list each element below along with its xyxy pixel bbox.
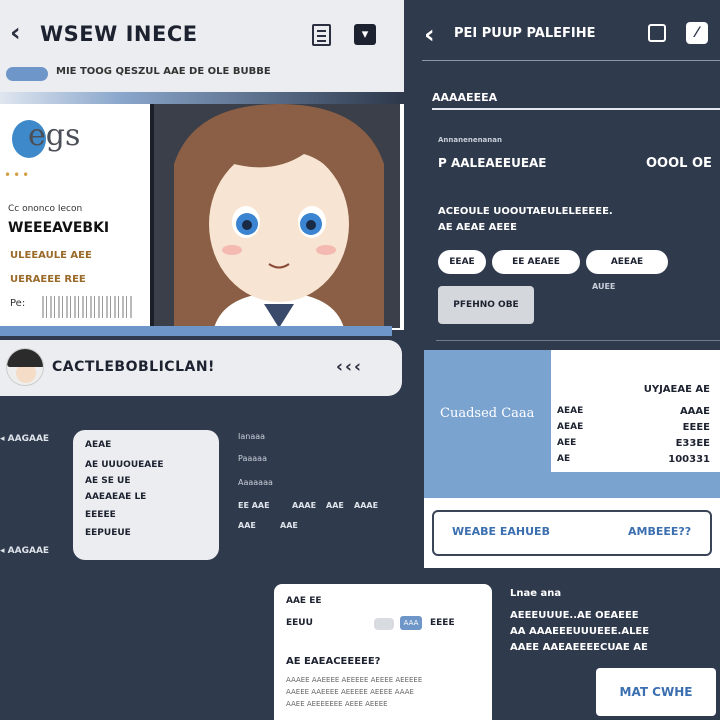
header-subtitle: MIE TOOG QESZUL AAE DE OLE BUBBE <box>56 66 271 77</box>
body-line: AAEE AEEEEEEE AEEE AEEEE <box>286 700 388 708</box>
info-row: AEAE <box>85 440 112 450</box>
toggle-switch[interactable] <box>374 618 394 630</box>
text-field[interactable]: AAAAEEEA <box>432 86 720 110</box>
table-value: AAAE <box>679 406 710 417</box>
row-label: P AALEAEEUEAE <box>438 156 547 170</box>
description-line-2: AE AEAE AEEE <box>438 222 517 233</box>
side-label-3: Aaaaaaa <box>238 478 273 487</box>
edit-icon[interactable]: ⁄ <box>686 22 708 44</box>
section-line: AEEEUUUE..AE OEAEEE <box>510 610 639 621</box>
body-line: AAEEE AAEEEE AEEEEE AEEEE AAAE <box>286 688 414 696</box>
field-value: AAAAEEEA <box>432 91 498 104</box>
chat-row[interactable]: CACTLEBOBLICLAN! ‹‹‹ <box>0 340 402 396</box>
side-label-2: Paaaaa <box>238 454 267 463</box>
small-label: Annanenenanan <box>438 136 502 144</box>
summary-table: UYJAEAE AE AEAE AAAE AEAE EEEE AEE E33EE… <box>551 350 720 472</box>
cta-right-label: AMBEEE?? <box>628 525 692 538</box>
decor-dots: ••• <box>4 168 32 182</box>
info-row: EEEEE <box>85 510 116 520</box>
section-line: AA AAAEEEUUUEEE.ALEE <box>510 626 650 637</box>
divider <box>422 60 720 61</box>
tag-chip[interactable]: AEEAE <box>586 250 668 274</box>
stat-2: AAAE <box>292 501 317 510</box>
list-marker-1: ◂ AAGAAE <box>0 434 50 444</box>
card-line-5: Pe: <box>10 298 26 309</box>
portrait-image <box>150 104 400 328</box>
cta-left-label: WEABE EAHUEB <box>452 525 550 538</box>
page-title: WSEW INECE <box>40 22 198 46</box>
table-value: EEEE <box>682 422 710 433</box>
table-key: AEAE <box>557 406 584 416</box>
info-row: AAEAEAE LE <box>85 492 147 502</box>
section-heading: Lnae ana <box>510 588 562 599</box>
inbox-icon[interactable]: ▾ <box>354 24 376 45</box>
section-line: AAEE AAEAEEEECUAE AE <box>510 642 648 653</box>
table-key: AEE <box>557 438 577 448</box>
info-row: AE SE UE <box>85 476 131 486</box>
question-text: AE EAEACEEEEE? <box>286 656 381 667</box>
status-pill <box>6 67 48 81</box>
stat-1: EE AAE <box>238 501 270 510</box>
divider <box>436 340 720 341</box>
action-button[interactable]: MAT CWHE <box>596 668 716 716</box>
card-bottom-stripe <box>0 326 392 336</box>
settings-row: EEUU <box>286 618 313 628</box>
row-value: OOOL OE <box>646 156 712 171</box>
info-row: EEPUEUE <box>85 528 131 538</box>
chevron-left-icon[interactable]: ‹‹‹ <box>336 357 363 377</box>
card-line-2: WEEEAVEBKI <box>8 220 110 236</box>
side-label-1: Ianaaa <box>238 432 266 441</box>
info-card[interactable]: AEAE AE UUUOUEAEE AE SE UE AAEAEAE LE EE… <box>73 430 219 560</box>
info-row: AE UUUOUEAEE <box>85 460 164 470</box>
cta-container: WEABE EAHUEB AMBEEE?? <box>424 498 720 568</box>
tag-chip[interactable]: EEAE <box>438 250 486 274</box>
back-icon[interactable]: ‹ <box>424 20 435 50</box>
tag-chip[interactable]: EE AEAEE <box>492 250 580 274</box>
right-title: PEI PUUP PALEFIHE <box>454 26 596 41</box>
stat-4: AAAE <box>354 501 379 510</box>
settings-title: AAE EE <box>286 596 322 606</box>
progress-bar <box>0 92 398 104</box>
document-icon[interactable] <box>312 24 331 46</box>
portrait-illustration <box>154 104 400 328</box>
barcode <box>42 296 132 318</box>
avatar[interactable] <box>6 348 44 386</box>
chip-label: EEEE <box>430 618 455 628</box>
tag-note: AUEE <box>592 282 616 291</box>
list-marker-2: ◂ AAGAAE <box>0 546 50 556</box>
table-value: E33EE <box>675 438 710 449</box>
table-value: 100331 <box>668 454 710 465</box>
table-header: UYJAEAE AE <box>643 384 710 395</box>
table-key: AE <box>557 454 571 464</box>
card-line-4: UERAEEE REE <box>10 274 86 285</box>
body-line: AAAEE AAEEEE AEEEEE AEEEE AEEEEE <box>286 676 423 684</box>
primary-button[interactable]: PFEHNO OBE <box>438 286 534 324</box>
square-icon[interactable] <box>648 24 666 42</box>
panel-label: Cuadsed Caaa <box>440 406 535 421</box>
table-key: AEAE <box>557 422 584 432</box>
card-line-1: Cc ononco Iecon <box>8 204 83 214</box>
logo-text: egs <box>28 118 81 153</box>
description-line-1: ACEOULE UOOUTAEULELEEEEE. <box>438 206 613 217</box>
stat-6: AAE <box>280 521 298 530</box>
left-header: ‹ WSEW INECE ▾ MIE TOOG QESZUL AAE DE OL… <box>0 0 404 92</box>
settings-card: AAE EE EEUU AAA EEEE AE EAEACEEEEE? AAAE… <box>274 584 492 720</box>
chat-text: CACTLEBOBLICLAN! <box>52 359 215 375</box>
stat-3: AAE <box>326 501 344 510</box>
selected-chip[interactable]: AAA <box>400 616 422 630</box>
back-icon[interactable]: ‹ <box>10 18 21 48</box>
card-line-3: ULEEAULE AEE <box>10 250 92 261</box>
stat-5: AAE <box>238 521 256 530</box>
